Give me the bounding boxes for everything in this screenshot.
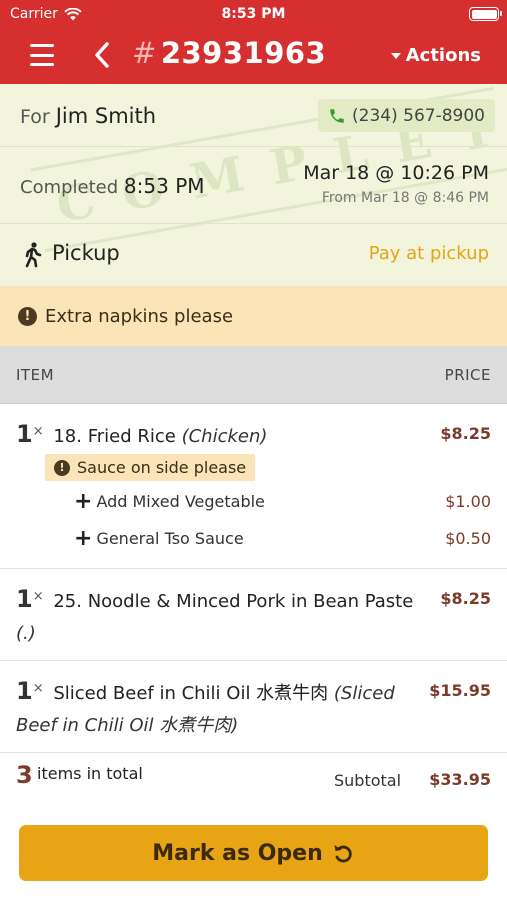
phone-number: (234) 567-8900 [352,105,485,126]
alert-icon: ! [54,459,70,476]
mark-as-open-button[interactable]: Mark as Open [19,825,488,881]
quantity-x: × [32,424,44,439]
item-quantity: 1 [16,420,33,448]
order-number-value: 23931963 [160,36,327,70]
subtotal-value: $33.95 [429,770,491,789]
item-modifier: + General Tso Sauce [74,525,244,551]
status-row: Completed 8:53 PM Mar 18 @ 10:26 PM From… [0,147,507,224]
completed-label: Completed [20,177,119,198]
item-description: 1× 25. Noodle & Minced Pork in Bean Past… [16,583,416,650]
modifier-price: $1.00 [445,492,491,511]
item-name: 18. Fried Rice [53,426,176,447]
item-modifier: + Add Mixed Vegetable [74,488,265,514]
order-number: # 23931963 [132,36,326,70]
plus-icon: + [74,525,93,551]
undo-icon [334,845,352,863]
actions-button[interactable]: Actions [390,45,481,66]
caret-down-icon [390,52,401,59]
items-total-label: items in total [37,764,143,783]
quantity-x: × [32,589,44,604]
app-header: Carrier 8:53 PM # 23931963 Actions [0,0,507,84]
item-variant: (.) [16,623,36,644]
items-table-header: ITEM PRICE [0,346,507,404]
item-variant: (Chicken) [181,426,268,447]
walking-person-icon [25,242,42,268]
item-name: Sliced Beef in Chili Oil 水煮牛肉 [53,683,329,704]
item-name: 25. Noodle & Minced Pork in Bean Paste [53,591,414,612]
status-time: 8:53 PM [221,6,286,22]
price-column-header: PRICE [444,366,491,384]
customer-label: For Jim Smith [20,104,156,128]
from-date: From Mar 18 @ 8:46 PM [321,190,489,206]
plus-icon: + [74,488,93,514]
mark-as-open-label: Mark as Open [152,840,323,866]
back-icon[interactable] [90,40,114,70]
item-note-text: Sauce on side please [77,458,247,477]
due-date: Mar 18 @ 10:26 PM [303,162,489,184]
item-price: $8.25 [440,589,491,608]
item-note: ! Sauce on side please [45,454,256,481]
modifier-price: $0.50 [445,529,491,548]
menu-icon[interactable] [30,44,54,66]
customer-name: Jim Smith [55,104,157,128]
phone-button[interactable]: (234) 567-8900 [318,99,495,132]
order-summary: 3 items in total Subtotal $33.95 [0,753,507,808]
item-quantity: 1 [16,585,33,613]
modifier-label: General Tso Sauce [96,529,244,548]
order-item: 1× 18. Fried Rice (Chicken) $8.25 ! Sauc… [0,404,507,569]
nav-bar: # 23931963 Actions [0,30,507,84]
order-item: 1× Sliced Beef in Chili Oil 水煮牛肉 (Sliced… [0,661,507,753]
order-note-text: Extra napkins please [45,305,234,327]
quantity-x: × [32,681,44,696]
subtotal-label: Subtotal [334,771,402,790]
order-hash: # [132,36,157,70]
items-total-count: 3 [16,761,33,789]
modifier-label: Add Mixed Vegetable [96,492,265,511]
alert-icon: ! [18,306,37,326]
item-description: 1× Sliced Beef in Chili Oil 水煮牛肉 (Sliced… [16,675,416,742]
item-price: $15.95 [429,681,491,700]
order-item: 1× 25. Noodle & Minced Pork in Bean Past… [0,569,507,661]
battery-icon [469,7,502,21]
fulfillment-type: Pickup [52,241,120,265]
item-column-header: ITEM [16,366,55,384]
actions-label: Actions [405,45,481,66]
for-label: For [20,106,50,128]
customer-row: For Jim Smith (234) 567-8900 [0,84,507,147]
item-quantity: 1 [16,677,33,705]
completed-label-group: Completed 8:53 PM [20,174,205,198]
completed-time: 8:53 PM [123,174,205,198]
order-note-banner: ! Extra napkins please [0,286,507,346]
item-description: 1× 18. Fried Rice (Chicken) [16,418,416,453]
phone-icon [330,108,344,123]
status-bar: Carrier 8:53 PM [0,0,507,28]
item-price: $8.25 [440,424,491,443]
fulfillment-row: Pickup Pay at pickup [0,224,507,286]
order-info-panel: COMPLETED For Jim Smith (234) 567-8900 C… [0,84,507,286]
payment-method: Pay at pickup [368,243,489,264]
